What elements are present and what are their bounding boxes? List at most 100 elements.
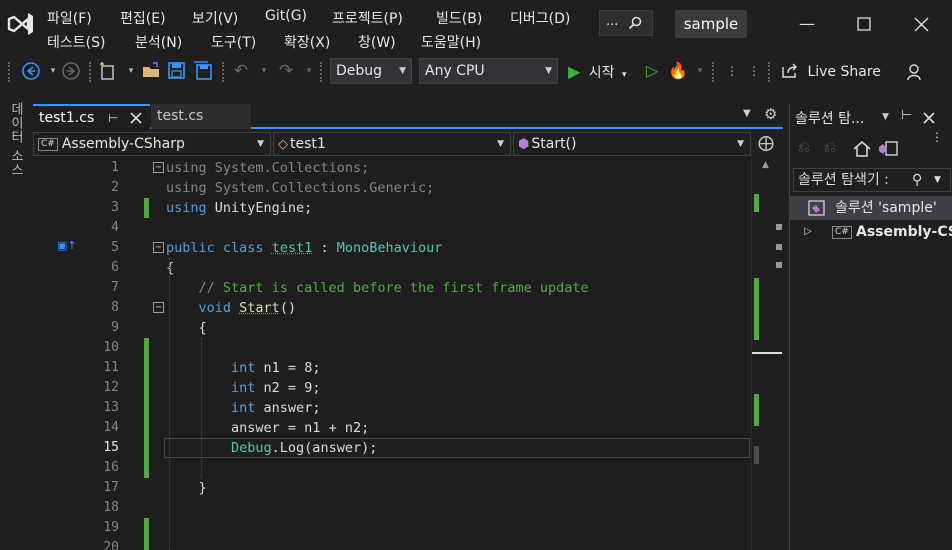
solution-root-label: 솔루션 'sample' [835, 200, 937, 216]
more-icon[interactable]: ⋮ [931, 130, 943, 144]
menu-build[interactable]: 빌드(B) [436, 8, 482, 28]
search-box[interactable]: ... [599, 10, 653, 36]
navigate-back-icon[interactable] [21, 61, 41, 81]
menu-analyze[interactable]: 분석(N) [135, 32, 182, 52]
menu-debug[interactable]: 디버그(D) [510, 8, 570, 28]
new-dropdown-icon[interactable]: ▾ [121, 61, 141, 81]
menu-view[interactable]: 보기(V) [192, 8, 238, 28]
namespace-text: System.Collections; [214, 160, 370, 176]
line-number: 5 [111, 240, 119, 255]
menu-edit[interactable]: 편집(E) [120, 8, 166, 28]
settings-gear-icon[interactable]: ⚙ [764, 105, 777, 123]
project-scope-select[interactable]: C# Assembly-CSharp ▼ [33, 132, 271, 156]
code-editor: test1.cs ⊢ test.cs ▼ ⚙ C# Assembly-CSharp… [33, 104, 783, 550]
new-project-icon[interactable] [98, 61, 120, 81]
navigate-forward-icon[interactable] [61, 61, 81, 81]
line-number: 9 [111, 320, 119, 335]
save-icon[interactable] [167, 61, 187, 81]
panel-close-icon[interactable] [923, 112, 935, 124]
member-select[interactable]: ⬢ Start() ▼ [513, 132, 751, 156]
minimize-icon[interactable]: — [797, 14, 817, 34]
save-all-icon[interactable] [193, 61, 215, 81]
code-line: 20 [33, 538, 751, 550]
line-number: 7 [111, 280, 119, 295]
menu-tools[interactable]: 도구(T) [211, 32, 256, 52]
change-indicator [144, 438, 149, 458]
menu-window[interactable]: 창(W) [358, 32, 396, 52]
title-menu-bar: 파일(F) 편집(E) 보기(V) Git(G) 프로젝트(P) 빌드(B) 디… [0, 0, 952, 56]
platform-select[interactable]: Any CPU ▼ [419, 58, 558, 84]
redo-dropdown-icon[interactable]: ▾ [299, 61, 319, 81]
menu-file[interactable]: 파일(F) [47, 8, 92, 28]
maximize-icon[interactable] [857, 17, 871, 31]
line-number: 1 [111, 160, 119, 175]
live-share-button[interactable]: Live Share [781, 60, 881, 84]
menu-help[interactable]: 도움말(H) [421, 32, 481, 52]
change-indicator [144, 418, 149, 438]
vertical-scrollbar[interactable]: ▲ [751, 158, 783, 550]
tab-test1-cs[interactable]: test1.cs ⊢ [33, 104, 150, 129]
forward-icon[interactable]: ⎌ [824, 138, 836, 156]
menu-project[interactable]: 프로젝트(P) [332, 8, 403, 28]
tab-list-dropdown-icon[interactable]: ▼ [743, 108, 751, 119]
menu-test[interactable]: 테스트(S) [47, 32, 105, 52]
line-number: 6 [111, 260, 119, 275]
expand-arrow-icon[interactable]: ▷ [804, 220, 812, 244]
undo-dropdown-icon[interactable]: ▾ [254, 61, 274, 81]
unity-script-icon[interactable]: ▣↑ [57, 239, 77, 252]
home-icon[interactable] [852, 140, 872, 158]
indent-guide [201, 338, 202, 478]
toolbar-grip[interactable] [8, 62, 12, 82]
start-without-debug-icon[interactable]: ▷ [642, 61, 662, 81]
fold-collapse-icon[interactable]: − [153, 162, 164, 173]
solution-search-label: 솔루션 탐색기 : [798, 172, 889, 188]
data-sources-tab[interactable]: 데이터 소스 [6, 102, 25, 177]
feedback-icon[interactable] [905, 62, 925, 82]
code-line: 13 int answer; [33, 398, 751, 418]
step-over-icon[interactable]: ⋮ [744, 61, 764, 81]
method-icon: ⬢ [518, 137, 530, 152]
keyword-public: public [166, 240, 215, 256]
hot-reload-dropdown-icon[interactable]: ▾ [690, 61, 710, 81]
code-text-area[interactable]: 1 − using System.Collections; 2 using Sy… [33, 158, 751, 550]
line-number: 3 [111, 200, 119, 215]
colon: : [312, 240, 337, 256]
solution-config-select[interactable]: Debug ▼ [330, 58, 412, 84]
tab-close-icon[interactable] [130, 112, 142, 124]
panel-menu-icon[interactable]: ▼ [882, 112, 889, 122]
project-item[interactable]: ▷ C# Assembly-CS [790, 220, 952, 244]
menu-git[interactable]: Git(G) [265, 8, 307, 24]
code-line: 7 // Start is called before the first fr… [33, 278, 751, 298]
start-debug-button[interactable]: ▶ 시작 ▾ [568, 60, 627, 84]
toolbar-grip-2 [89, 62, 93, 82]
pin-icon[interactable]: ⊢ [108, 106, 118, 130]
back-icon[interactable]: ⎌ [798, 138, 810, 156]
step-into-icon[interactable]: ⋮ [722, 61, 742, 81]
redo-icon[interactable]: ↷ [276, 61, 296, 81]
hot-reload-icon[interactable]: 🔥 [668, 61, 688, 81]
code-line: 10 [33, 338, 751, 358]
open-folder-icon[interactable] [141, 61, 161, 81]
split-editor-icon[interactable]: ⨁ [758, 133, 774, 152]
switch-views-icon[interactable] [878, 140, 900, 158]
menu-extensions[interactable]: 확장(X) [284, 32, 330, 52]
visual-studio-logo-icon [7, 13, 33, 35]
back-dropdown-icon[interactable]: ▾ [43, 61, 63, 81]
solution-root-item[interactable]: 솔루션 'sample' [790, 196, 952, 220]
undo-icon[interactable]: ↶ [231, 61, 251, 81]
statement: .Log(answer); [271, 440, 378, 456]
tab-test-cs[interactable]: test.cs [151, 104, 251, 129]
base-class-name: MonoBehaviour [336, 240, 443, 256]
solution-search-input[interactable]: 솔루션 탐색기 : ⚲ ▼ [793, 168, 951, 192]
class-name: Debug [231, 440, 272, 456]
navigation-bar: C# Assembly-CSharp ▼ ◇ test1 ▼ ⬢ Start() ▼ … [33, 131, 783, 157]
start-dropdown-icon: ▾ [621, 70, 627, 80]
close-icon[interactable] [914, 17, 929, 32]
type-select[interactable]: ◇ test1 ▼ [273, 132, 511, 156]
fold-collapse-icon[interactable]: − [153, 302, 164, 313]
scroll-mark [776, 224, 782, 230]
fold-collapse-icon[interactable]: − [153, 242, 164, 253]
pin-icon[interactable]: ⊢ [901, 108, 912, 123]
brace: { [166, 260, 175, 276]
scroll-up-icon[interactable]: ▲ [762, 160, 769, 170]
